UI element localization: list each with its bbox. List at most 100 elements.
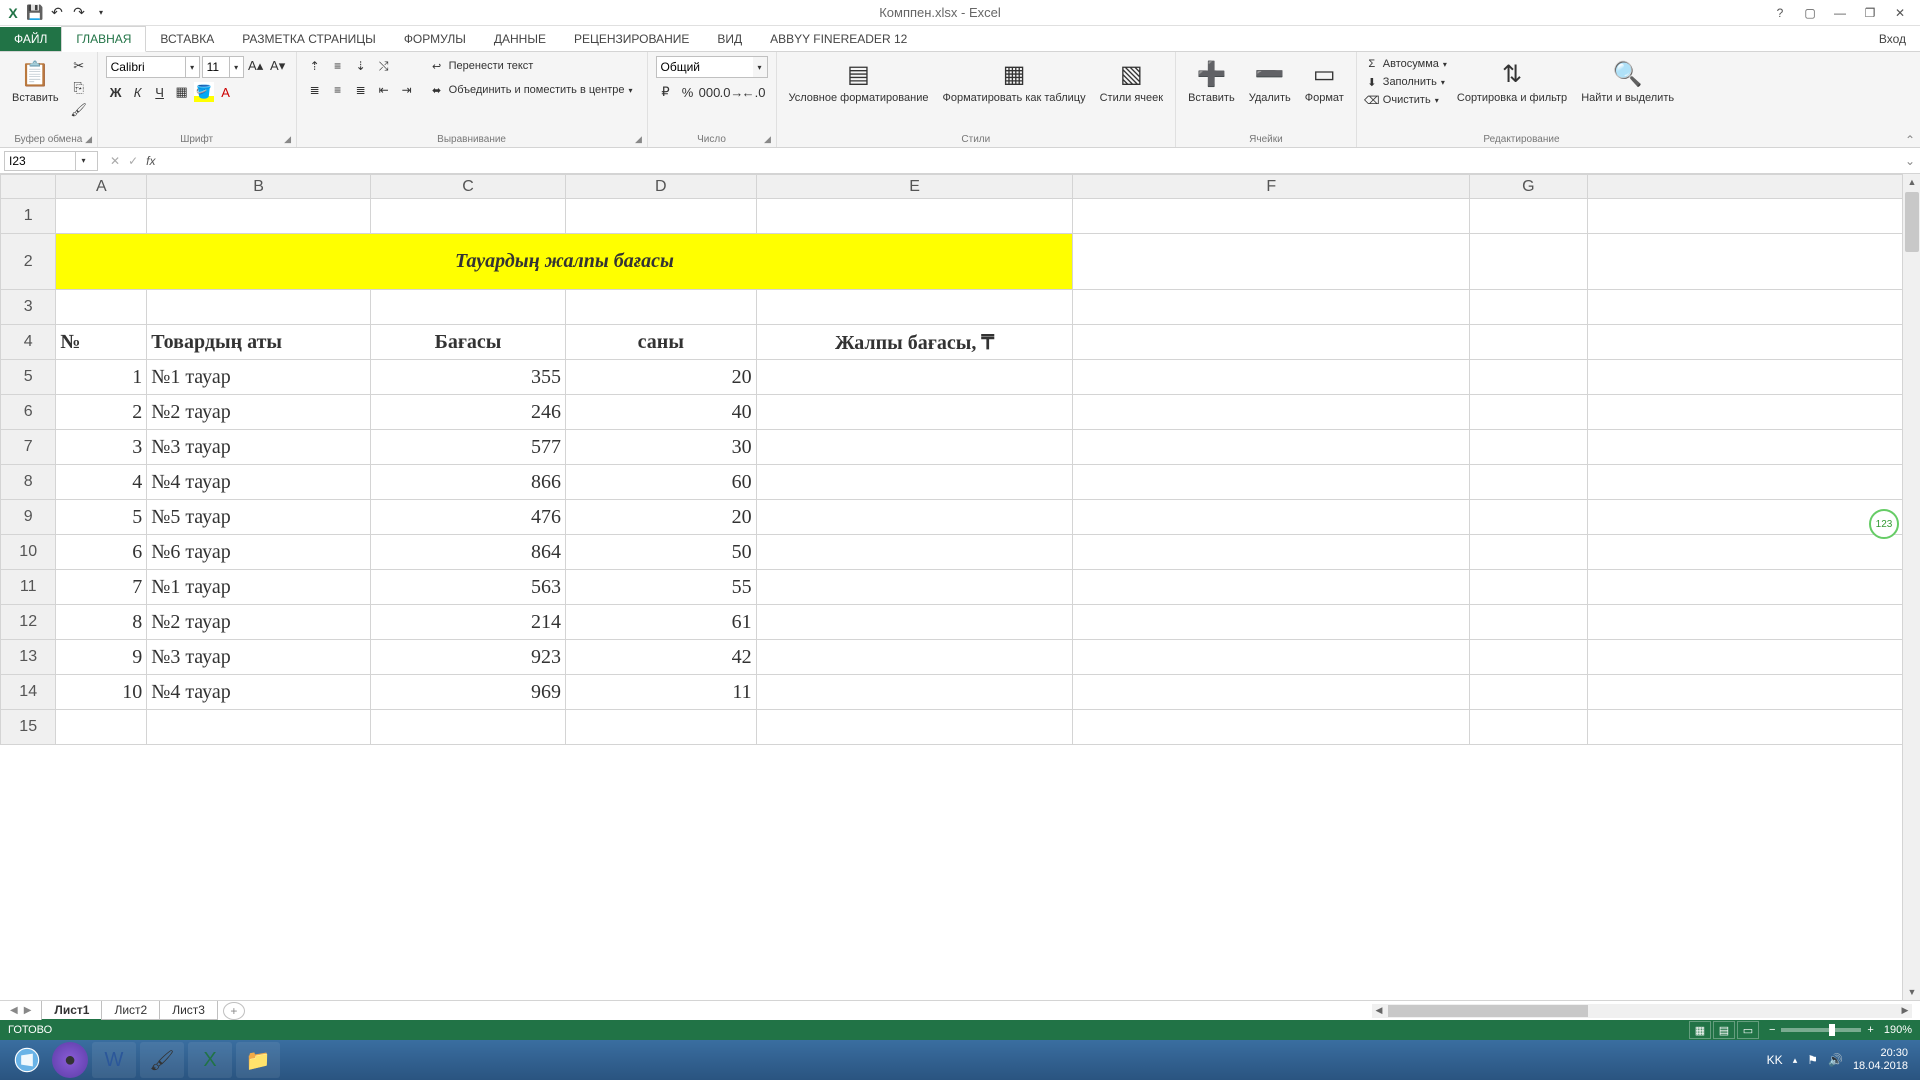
copy-icon[interactable]: ⎘: [69, 78, 89, 98]
cell[interactable]: Жалпы бағасы, ₸: [756, 325, 1073, 360]
tab-abbyy[interactable]: ABBYY FineReader 12: [756, 27, 921, 51]
chevron-down-icon[interactable]: ▾: [230, 56, 244, 78]
paste-button[interactable]: 📋 Вставить: [8, 56, 63, 106]
cell[interactable]: 563: [371, 570, 566, 605]
sort-filter-button[interactable]: ⇅ Сортировка и фильтр: [1453, 56, 1571, 106]
number-format-combo[interactable]: ▾: [656, 56, 768, 78]
tab-nav-prev-icon[interactable]: ◀: [10, 1005, 18, 1016]
ribbon-display-icon[interactable]: ▢: [1800, 4, 1820, 22]
format-as-table-button[interactable]: ▦ Форматировать как таблицу: [938, 56, 1089, 106]
cell[interactable]: 10: [56, 675, 147, 710]
cell[interactable]: 866: [371, 465, 566, 500]
orientation-icon[interactable]: ⤭: [374, 56, 394, 76]
taskbar-paint-icon[interactable]: 🖌: [140, 1042, 184, 1078]
row-header[interactable]: 8: [1, 465, 56, 500]
cell[interactable]: 20: [566, 360, 757, 395]
row-header[interactable]: 14: [1, 675, 56, 710]
decrease-decimal-icon[interactable]: ←.0: [744, 82, 764, 102]
column-header[interactable]: B: [147, 175, 371, 199]
zoom-out-icon[interactable]: −: [1769, 1024, 1775, 1036]
cell[interactable]: [756, 430, 1073, 465]
close-icon[interactable]: ✕: [1890, 4, 1910, 22]
font-color-icon[interactable]: A: [216, 82, 236, 102]
cell[interactable]: [756, 535, 1073, 570]
row-header[interactable]: 13: [1, 640, 56, 675]
cell[interactable]: 864: [371, 535, 566, 570]
format-painter-icon[interactable]: 🖌: [69, 100, 89, 120]
cell[interactable]: 4: [56, 465, 147, 500]
cell[interactable]: 476: [371, 500, 566, 535]
cell[interactable]: №6 тауар: [147, 535, 371, 570]
zoom-in-icon[interactable]: +: [1867, 1024, 1873, 1036]
name-box-input[interactable]: [5, 154, 75, 168]
page-layout-view-icon[interactable]: ▤: [1713, 1021, 1735, 1039]
scroll-thumb[interactable]: [1388, 1005, 1588, 1017]
font-dialog-launcher[interactable]: ◢: [282, 133, 294, 145]
taskbar-word-icon[interactable]: W: [92, 1042, 136, 1078]
font-name-input[interactable]: [106, 56, 186, 78]
conditional-formatting-button[interactable]: ▤ Условное форматирование: [785, 56, 933, 106]
number-dialog-launcher[interactable]: ◢: [762, 133, 774, 145]
zoom-level[interactable]: 190%: [1884, 1024, 1912, 1036]
row-header[interactable]: 6: [1, 395, 56, 430]
underline-button[interactable]: Ч: [150, 82, 170, 102]
cancel-formula-icon[interactable]: ✕: [110, 154, 120, 168]
chevron-down-icon[interactable]: ▾: [75, 152, 91, 170]
zoom-track[interactable]: [1781, 1028, 1861, 1032]
new-sheet-button[interactable]: +: [223, 1002, 245, 1020]
wrap-text-button[interactable]: ↩ Перенести текст: [423, 56, 639, 76]
cell[interactable]: 7: [56, 570, 147, 605]
title-cell[interactable]: Тауардың жалпы бағасы: [56, 234, 1073, 290]
cell[interactable]: [756, 465, 1073, 500]
cell-styles-button[interactable]: ▧ Стили ячеек: [1096, 56, 1167, 106]
scroll-right-icon[interactable]: ▶: [1898, 1004, 1912, 1018]
tab-file[interactable]: ФАЙЛ: [0, 27, 61, 51]
increase-decimal-icon[interactable]: .0→: [722, 82, 742, 102]
font-size-input[interactable]: [202, 56, 230, 78]
comma-format-icon[interactable]: 000: [700, 82, 720, 102]
normal-view-icon[interactable]: ▦: [1689, 1021, 1711, 1039]
row-header[interactable]: 1: [1, 199, 56, 234]
horizontal-scrollbar[interactable]: ◀ ▶: [1372, 1004, 1912, 1018]
number-format-input[interactable]: [657, 57, 753, 77]
zoom-slider[interactable]: − +: [1769, 1024, 1874, 1036]
cell[interactable]: 20: [566, 500, 757, 535]
scroll-left-icon[interactable]: ◀: [1372, 1004, 1386, 1018]
tray-chevron-icon[interactable]: ▴: [1793, 1055, 1798, 1066]
autosum-button[interactable]: ΣАвтосумма▾: [1365, 56, 1447, 72]
cell[interactable]: [756, 675, 1073, 710]
chevron-down-icon[interactable]: ▾: [753, 57, 767, 77]
increase-indent-icon[interactable]: ⇥: [397, 80, 417, 100]
taskbar-explorer-icon[interactable]: 📁: [236, 1042, 280, 1078]
cell[interactable]: Бағасы: [371, 325, 566, 360]
align-center-icon[interactable]: ≡: [328, 80, 348, 100]
help-icon[interactable]: ?: [1770, 4, 1790, 22]
cell[interactable]: №5 тауар: [147, 500, 371, 535]
align-left-icon[interactable]: ≣: [305, 80, 325, 100]
tab-nav-next-icon[interactable]: ▶: [24, 1005, 32, 1016]
cell[interactable]: №2 тауар: [147, 605, 371, 640]
insert-cells-button[interactable]: ➕ Вставить: [1184, 56, 1239, 106]
cell[interactable]: [756, 500, 1073, 535]
font-name-combo[interactable]: ▾: [106, 56, 200, 78]
row-header[interactable]: 5: [1, 360, 56, 395]
borders-icon[interactable]: ▦: [172, 82, 192, 102]
tab-data[interactable]: ДАННЫЕ: [480, 27, 560, 51]
cell[interactable]: 42: [566, 640, 757, 675]
shrink-font-icon[interactable]: A▾: [268, 56, 288, 76]
cell[interactable]: №3 тауар: [147, 430, 371, 465]
column-header[interactable]: [1587, 175, 1902, 199]
cell[interactable]: №3 тауар: [147, 640, 371, 675]
column-header[interactable]: A: [56, 175, 147, 199]
action-center-icon[interactable]: ⚑: [1807, 1053, 1818, 1067]
column-header[interactable]: D: [566, 175, 757, 199]
cell[interactable]: 1: [56, 360, 147, 395]
taskbar-excel-icon[interactable]: X: [188, 1042, 232, 1078]
italic-button[interactable]: К: [128, 82, 148, 102]
row-header[interactable]: 3: [1, 290, 56, 325]
decrease-indent-icon[interactable]: ⇤: [374, 80, 394, 100]
cell[interactable]: 8: [56, 605, 147, 640]
cell[interactable]: 923: [371, 640, 566, 675]
sign-in-link[interactable]: Вход: [1865, 27, 1920, 51]
bold-button[interactable]: Ж: [106, 82, 126, 102]
